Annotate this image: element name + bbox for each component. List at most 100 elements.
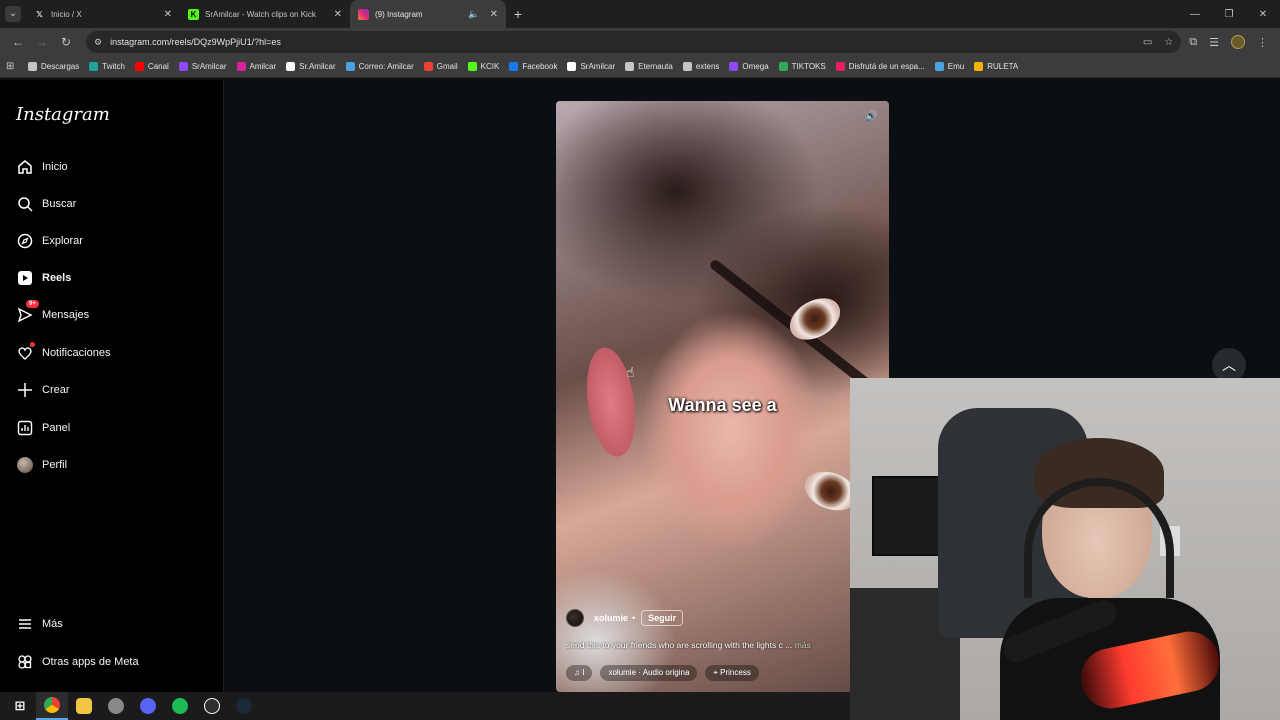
bookmark-sr-amilcar[interactable]: Sr.Amilcar	[286, 62, 336, 71]
nav-mensajes[interactable]: 9+ Mensajes	[16, 300, 90, 325]
spotify-icon	[172, 698, 188, 714]
messenger-icon: 9+	[16, 300, 39, 324]
nav-label: Mensajes	[42, 309, 90, 321]
nav-panel[interactable]: Panel	[16, 418, 70, 438]
bookmark-star-icon[interactable]: ☆	[1164, 37, 1173, 48]
bookmark-gmail[interactable]: Gmail	[423, 62, 458, 71]
menu-kebab-icon[interactable]: ⋮	[1257, 36, 1268, 49]
nav-explorar[interactable]: Explorar	[16, 231, 83, 251]
close-icon[interactable]: ✕	[490, 9, 498, 20]
nav-perfil[interactable]: Perfil	[16, 455, 67, 475]
more-link[interactable]: más	[795, 640, 811, 650]
dashboard-icon	[16, 419, 34, 437]
bookmark-sramilcar[interactable]: SrAmilcar	[178, 62, 227, 71]
bookmark-label: KCIK	[480, 62, 500, 71]
tab-kick[interactable]: K SrAmilcar - Watch clips on Kick ✕	[180, 0, 350, 28]
bookmarks-bar: ⊞ Descargas Twitch Canal SrAmilcar Amilcar Sr…	[0, 56, 1280, 78]
media-controls-icon[interactable]: ☰	[1209, 36, 1219, 49]
bookmark-extens[interactable]: extens	[682, 62, 719, 71]
taskbar-obs[interactable]	[196, 692, 228, 720]
reload-button[interactable]: ↻	[54, 30, 78, 54]
bookmark-omega[interactable]: Omega	[729, 62, 769, 71]
close-icon[interactable]: ✕	[334, 9, 342, 20]
browser-tab-bar: ⌄ 𝕏 Inicio / X ✕ K SrAmilcar - Watch cli…	[0, 0, 1280, 28]
bookmark-disfrut-de-un-espa[interactable]: Disfrutá de un espa...	[835, 62, 925, 71]
instagram-logo[interactable]: Instagram	[16, 104, 110, 125]
home-icon	[16, 158, 34, 176]
drive-icon	[778, 62, 788, 71]
chevron-up-icon: ︿	[1222, 357, 1236, 373]
close-window-icon[interactable]: ✕	[1246, 0, 1280, 28]
site-info-icon[interactable]: ⚙	[94, 37, 102, 48]
tab-inicio-x[interactable]: 𝕏 Inicio / X ✕	[26, 0, 180, 28]
tab-instagram[interactable]: (9) Instagram 🔈 ✕	[350, 0, 506, 28]
nav-buscar[interactable]: Buscar	[16, 194, 76, 214]
emu-icon	[934, 62, 944, 71]
reel-username[interactable]: xolumie	[594, 613, 628, 623]
bookmark-canal[interactable]: Canal	[134, 62, 169, 71]
url-field[interactable]: ⚙ instagram.com/reels/DQz9WpPjiU1/?hl=es…	[86, 31, 1182, 53]
taskbar-file-explorer[interactable]	[68, 692, 100, 720]
bookmark-label: Canal	[147, 62, 169, 71]
taskbar-steam[interactable]	[228, 692, 260, 720]
instagram-icon	[358, 8, 369, 20]
location-tag[interactable]: ⌖ Princess	[705, 665, 759, 681]
nav-label: Crear	[42, 384, 70, 396]
bookmark-tiktoks[interactable]: TIKTOKS	[778, 62, 826, 71]
nav-reels[interactable]: Reels	[16, 268, 71, 288]
tab-search-button[interactable]: ⌄	[0, 0, 26, 28]
music-note-icon: ♫	[574, 668, 583, 677]
location-label: Princess	[720, 668, 751, 677]
reel-meta-row: ♫ I xolumie · Audio origina ⌖ Princess	[566, 665, 759, 681]
bookmark-facebook[interactable]: Facebook	[509, 62, 557, 71]
taskbar-spotify[interactable]	[164, 692, 196, 720]
nav-crear[interactable]: Crear	[16, 380, 70, 400]
bookmark-sramilcar[interactable]: SrAmilcar	[567, 62, 615, 71]
bookmark-eternauta[interactable]: Eternauta	[625, 62, 673, 71]
apps-grid-icon[interactable]: ⊞	[6, 61, 28, 72]
instagram-sidebar: Instagram Inicio Buscar Explorar Reels 9…	[0, 80, 224, 692]
reel-description-text: send this to your friends who are scroll…	[566, 640, 793, 650]
hand-cursor-icon: ☝	[626, 364, 635, 380]
cast-icon[interactable]: ▭	[1143, 37, 1152, 48]
close-icon[interactable]: ✕	[164, 9, 172, 20]
bookmark-twitch[interactable]: Twitch	[89, 62, 125, 71]
forward-button[interactable]: →	[30, 30, 54, 54]
taskbar-discord[interactable]	[132, 692, 164, 720]
new-tab-button[interactable]: +	[506, 6, 530, 22]
windows-taskbar: ⊞	[0, 692, 850, 720]
restore-icon[interactable]: ❐	[1212, 0, 1246, 28]
audio-mark[interactable]: ♫ I	[566, 665, 593, 681]
taskbar-app[interactable]	[100, 692, 132, 720]
bookmark-emu[interactable]: Emu	[934, 62, 964, 71]
extensions-icon[interactable]: ⧉	[1189, 36, 1197, 49]
instagram-icon	[236, 62, 246, 71]
avatar	[17, 457, 33, 473]
bookmark-amilcar[interactable]: Amilcar	[236, 62, 276, 71]
previous-reel-button[interactable]: ︿	[1212, 348, 1246, 382]
message-count-badge: 9+	[26, 300, 39, 308]
nav-mas[interactable]: Más	[16, 614, 63, 634]
nav-notificaciones[interactable]: Notificaciones	[16, 342, 110, 363]
doc-icon	[625, 62, 635, 71]
back-button[interactable]: ←	[6, 30, 30, 54]
address-bar-row: ← → ↻ ⚙ instagram.com/reels/DQz9WpPjiU1/…	[0, 28, 1280, 56]
audio-source[interactable]: xolumie · Audio origina	[600, 665, 698, 681]
speaker-icon[interactable]: 🔈	[468, 9, 479, 20]
bookmark-kcik[interactable]: KCIK	[467, 62, 500, 71]
nav-otras-apps-meta[interactable]: Otras apps de Meta	[16, 652, 139, 672]
nav-inicio[interactable]: Inicio	[16, 157, 68, 177]
reel-video[interactable]: 🔊 Wanna see a xolumie • Seguir send this…	[556, 101, 889, 692]
profile-avatar[interactable]	[1231, 35, 1245, 49]
volume-icon[interactable]: 🔊	[865, 111, 879, 125]
notification-dot	[30, 342, 35, 347]
taskbar-chrome[interactable]	[36, 692, 68, 720]
webcam-overlay	[850, 378, 1280, 720]
windows-start-button[interactable]: ⊞	[4, 692, 36, 720]
bookmark-descargas[interactable]: Descargas	[28, 62, 79, 71]
follow-button[interactable]: Seguir	[641, 610, 684, 626]
bookmark-correo-amilcar[interactable]: Correo: Amilcar	[345, 62, 414, 71]
minimize-icon[interactable]: —	[1178, 0, 1212, 28]
avatar[interactable]	[566, 609, 584, 627]
bookmark-ruleta[interactable]: RULETA	[974, 62, 1018, 71]
